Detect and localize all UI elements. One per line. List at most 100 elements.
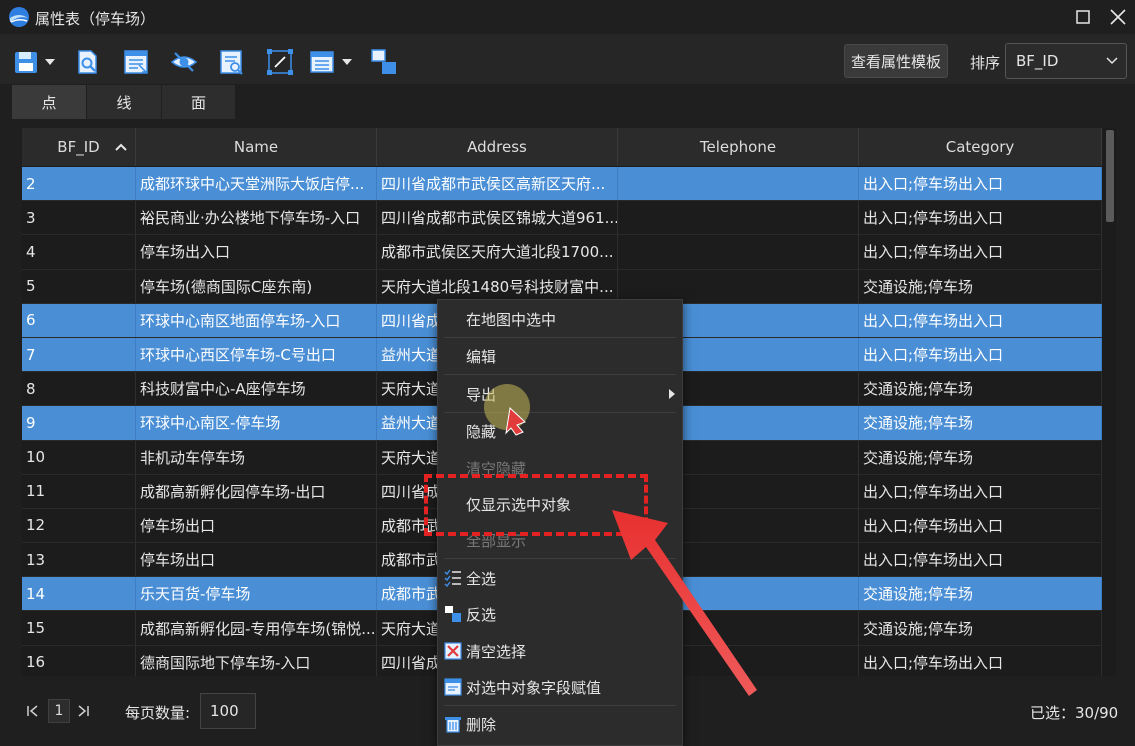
geometry-tabs: 点 线 面 [12,85,236,119]
per-page-label: 每页数量: [125,704,191,722]
menu-item-label: 清空选择 [466,642,527,661]
cell-category: 出入口;停车场出入口 [859,543,1102,577]
chevron-down-icon [1106,57,1118,65]
cell-bf-id: 15 [22,611,136,645]
menu-item-label: 清空隐藏 [466,459,527,478]
cell-name: 乐天百货-停车场 [136,577,377,611]
column-header-address[interactable]: Address [377,128,618,166]
cell-bf-id: 5 [22,269,136,303]
app-logo-icon [9,7,29,27]
select-all-icon [444,569,461,587]
list-view-icon[interactable] [308,48,336,76]
cell-telephone [618,235,859,269]
cell-bf-id: 4 [22,235,136,269]
table-row[interactable]: 2 成都环球中心天堂洲际大饭店停... 四川省成都市武侯区高新区天府... 出入口;停… [22,167,1102,202]
menu-item-select-in-map[interactable]: 在地图中选中 [438,301,682,337]
menu-item-invert-selection[interactable]: 反选 [438,596,682,632]
current-page-number[interactable]: 1 [48,699,70,723]
context-menu: 在地图中选中 编辑 导出 隐藏 清空隐藏 仅显示选中对象 全部显示 全选 反选 … [437,299,683,746]
menu-item-show-selected-only[interactable]: 仅显示选中对象 [438,486,682,522]
toolbar [0,34,1135,84]
cell-bf-id: 14 [22,577,136,611]
vertical-scrollbar[interactable] [1104,128,1116,676]
menu-separator [444,558,676,559]
maximize-icon[interactable] [1072,6,1094,28]
cell-category: 出入口;停车场出入口 [859,201,1102,235]
cell-category: 出入口;停车场出入口 [859,235,1102,269]
menu-item-label: 仅显示选中对象 [466,495,572,514]
cell-name: 停车场出入口 [136,235,377,269]
menu-item-show-all: 全部显示 [438,522,682,558]
cell-category: 出入口;停车场出入口 [859,337,1102,372]
window-title: 属性表（停车场） [35,10,156,28]
tab-polygon[interactable]: 面 [162,85,236,119]
cell-category: 交通设施;停车场 [859,440,1102,474]
select-field-icon[interactable] [122,48,150,76]
view-attribute-template-button[interactable]: 查看属性模板 [844,44,948,78]
cell-bf-id: 16 [22,645,136,676]
cell-name: 环球中心南区地面停车场-入口 [136,303,377,337]
table-row[interactable]: 4 停车场出入口 成都市武侯区天府大道北段1700... 出入口;停车场出入口 [22,235,1102,270]
tab-point[interactable]: 点 [12,85,87,119]
menu-item-label: 隐藏 [466,422,497,441]
search-icon[interactable] [218,48,246,76]
switch-icon[interactable] [370,48,398,76]
menu-item-hide[interactable]: 隐藏 [438,413,682,449]
list-view-dropdown-chevron-icon[interactable] [342,58,352,66]
cell-category: 交通设施;停车场 [859,611,1102,645]
cell-name: 德商国际地下停车场-入口 [136,645,377,676]
column-header-category[interactable]: Category [859,128,1102,166]
cell-bf-id: 7 [22,337,136,372]
menu-item-delete[interactable]: 删除 [438,706,682,742]
tab-line[interactable]: 线 [87,85,162,119]
zoom-to-icon[interactable] [74,48,102,76]
per-page-input[interactable] [200,693,256,729]
cell-address: 天府大道北段1480号科技财富中... [377,269,618,303]
resize-icon[interactable] [266,48,294,76]
first-page-icon[interactable] [26,704,40,718]
table-header: BF_ID Name Address Telephone Category [22,128,1102,166]
cell-category: 出入口;停车场出入口 [859,508,1102,543]
submenu-arrow-icon [669,389,675,399]
cell-bf-id: 11 [22,474,136,508]
cell-name: 非机动车停车场 [136,440,377,474]
cell-telephone [618,167,859,201]
save-dropdown-chevron-icon[interactable] [45,58,55,66]
cell-telephone [618,269,859,303]
column-header-telephone[interactable]: Telephone [618,128,859,166]
sort-field-select[interactable]: BF_ID [1005,43,1127,79]
cell-bf-id: 10 [22,440,136,474]
cell-category: 交通设施;停车场 [859,269,1102,303]
menu-item-clear-hidden: 清空隐藏 [438,450,682,486]
scrollbar-thumb[interactable] [1106,130,1114,222]
close-icon[interactable] [1107,6,1129,28]
sort-ascending-icon [115,143,127,151]
cell-bf-id: 3 [22,201,136,235]
menu-item-label: 删除 [466,715,497,734]
menu-item-assign-field-value[interactable]: 对选中对象字段赋值 [438,669,682,705]
cell-bf-id: 13 [22,543,136,577]
save-icon[interactable] [12,48,40,76]
cell-address: 四川省成都市武侯区锦城大道961... [377,201,618,235]
menu-item-export[interactable]: 导出 [438,376,682,412]
menu-item-select-all[interactable]: 全选 [438,560,682,596]
menu-item-edit[interactable]: 编辑 [438,338,682,374]
menu-item-label: 全部显示 [466,531,527,550]
cell-category: 出入口;停车场出入口 [859,474,1102,508]
table-row[interactable]: 3 裕民商业·办公楼地下停车场-入口 四川省成都市武侯区锦城大道961... 出入口;… [22,201,1102,236]
menu-item-clear-selection[interactable]: 清空选择 [438,633,682,669]
clear-selection-icon [444,642,462,660]
menu-item-label: 全选 [466,569,497,588]
cell-bf-id: 12 [22,508,136,543]
cell-category: 出入口;停车场出入口 [859,645,1102,676]
cell-category: 交通设施;停车场 [859,406,1102,440]
column-header-bf-id[interactable]: BF_ID [22,128,136,166]
hide-eye-icon[interactable] [170,48,198,76]
cell-name: 成都高新孵化园-专用停车场(锦悦... [136,611,377,645]
delete-icon [445,717,461,733]
cell-name: 环球中心南区-停车场 [136,406,377,440]
assign-field-icon [444,678,462,696]
column-header-name[interactable]: Name [136,128,377,166]
title-bar: 属性表（停车场） [0,0,1135,34]
last-page-icon[interactable] [76,704,90,718]
